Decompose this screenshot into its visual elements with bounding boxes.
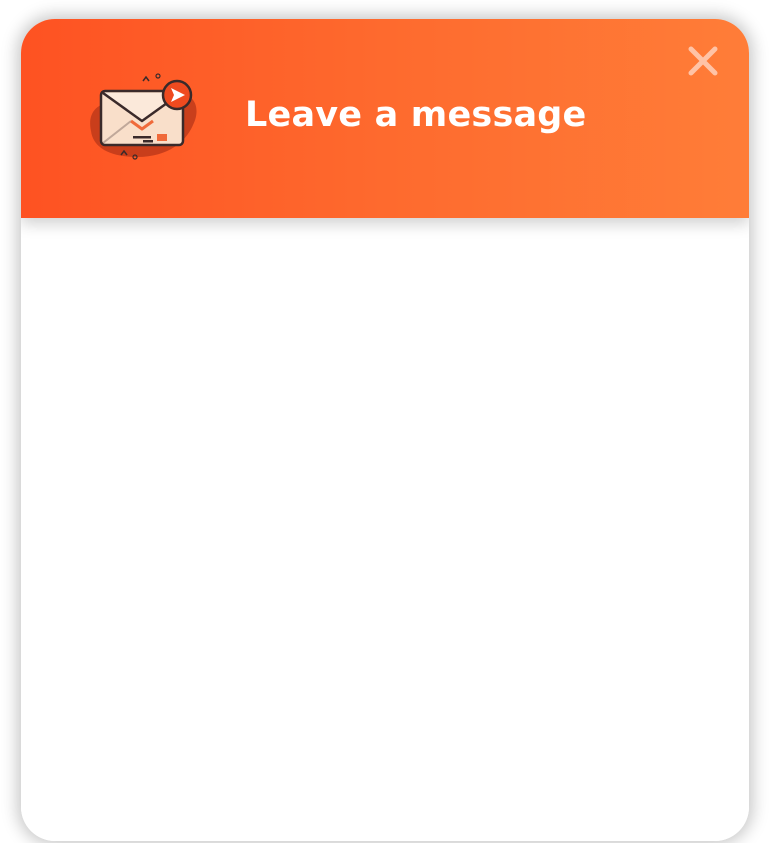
- widget-body: [21, 218, 749, 841]
- envelope-send-icon: [87, 73, 199, 163]
- header-title: Leave a message: [245, 95, 587, 135]
- widget-header: Leave a message: [21, 19, 749, 218]
- close-icon: [688, 46, 718, 76]
- message-widget: Leave a message: [21, 19, 749, 841]
- close-button[interactable]: [685, 43, 721, 79]
